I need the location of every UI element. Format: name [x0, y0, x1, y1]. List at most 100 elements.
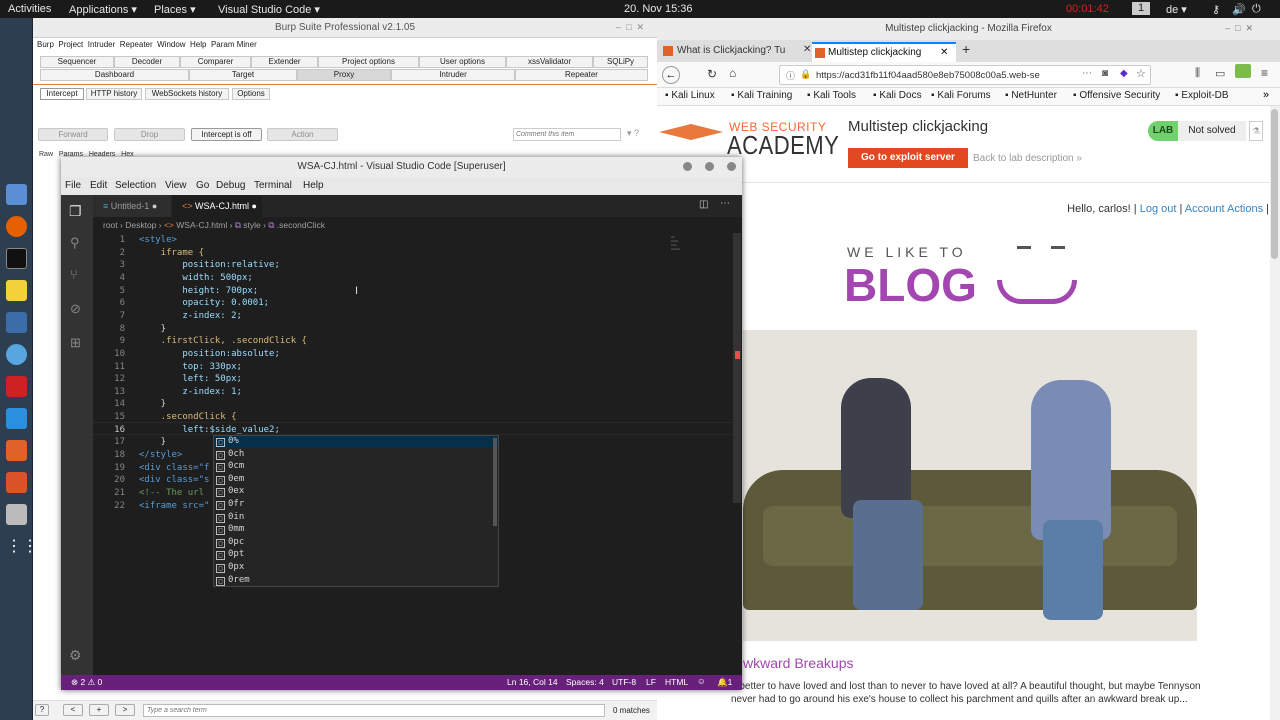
settings-gear-icon[interactable]: ⚙	[69, 647, 82, 664]
close-icon[interactable]	[727, 162, 736, 171]
autocomplete-item[interactable]: □ 0mm	[216, 524, 244, 536]
search-prev-button[interactable]: <	[63, 704, 83, 716]
debug-icon[interactable]: ⊘	[70, 301, 81, 317]
cursor-position[interactable]: Ln 16, Col 14	[507, 677, 558, 687]
bookmark-kali-training[interactable]: ▪ Kali Training	[731, 90, 792, 101]
extensions-icon[interactable]: ⊞	[70, 335, 81, 351]
exploit-server-button[interactable]: Go to exploit server	[848, 148, 968, 168]
autocomplete-item[interactable]: □ 0rem	[216, 575, 250, 587]
autocomplete-item[interactable]: □ 0fr	[216, 499, 244, 511]
scrollbar-thumb[interactable]	[1271, 109, 1278, 259]
library-icon[interactable]: ⫼	[1195, 67, 1200, 80]
bookmark-kali-forums[interactable]: ▪ Kali Forums	[931, 90, 991, 101]
menu-selection[interactable]: Selection	[115, 180, 156, 191]
lock-icon[interactable]: 🔒	[800, 69, 811, 80]
tab-extender[interactable]: Extender	[251, 56, 318, 68]
tab-wsa-cj[interactable]: <> WSA-CJ.html ●	[172, 195, 262, 217]
code-line[interactable]: position:absolute;	[139, 349, 280, 359]
pocket-icon[interactable]: ◙	[1102, 68, 1108, 79]
metasploit-icon[interactable]	[6, 312, 27, 333]
highlight-dropdown[interactable]: ▾ ?	[627, 128, 653, 139]
subtab-options[interactable]: Options	[232, 88, 270, 100]
menu-file[interactable]: File	[65, 180, 81, 191]
clock[interactable]: 20. Nov 15:36	[624, 3, 693, 15]
power-icon[interactable]: ⏻	[1252, 3, 1261, 16]
menu-help[interactable]: Help	[190, 40, 206, 49]
autocomplete-item[interactable]: □ 0pt	[216, 549, 244, 561]
code-line[interactable]: <style>	[139, 235, 177, 245]
autocomplete-item[interactable]: □ 0ex	[216, 486, 244, 498]
burp-window-controls[interactable]: – □ ✕	[616, 22, 644, 33]
split-editor-icon[interactable]: ◫	[699, 199, 708, 210]
minimize-icon[interactable]	[683, 162, 692, 171]
code-line[interactable]: .firstClick, .secondClick {	[139, 336, 307, 346]
menu-icon[interactable]: ≡	[1261, 66, 1268, 80]
menu-window[interactable]: Window	[157, 40, 185, 49]
workspace-indicator[interactable]: 1	[1132, 2, 1150, 15]
back-icon[interactable]: ←	[662, 66, 680, 84]
tab-target[interactable]: Target	[189, 69, 297, 81]
code-line[interactable]: width: 500px;	[139, 273, 252, 283]
code-line[interactable]: .secondClick {	[139, 412, 237, 422]
bookmark-kali-tools[interactable]: ▪ Kali Tools	[807, 90, 856, 101]
breadcrumb-file[interactable]: WSA-CJ.html	[176, 220, 227, 230]
page-actions-icon[interactable]: ⋯	[1082, 68, 1092, 79]
close-tab-icon[interactable]: ✕	[940, 44, 948, 62]
code-line[interactable]: z-index: 1;	[139, 387, 242, 397]
indentation[interactable]: Spaces: 4	[566, 677, 604, 687]
firefox-icon[interactable]	[6, 216, 27, 237]
code-line[interactable]: left: 50px;	[139, 374, 242, 384]
code-line[interactable]: }	[139, 399, 166, 409]
menu-go[interactable]: Go	[196, 180, 209, 191]
tab-intruder[interactable]: Intruder	[391, 69, 515, 81]
trash-icon[interactable]	[6, 504, 27, 525]
code-line[interactable]: position:relative;	[139, 260, 280, 270]
url-bar[interactable]: ⓘ 🔒 https://acd31fb11f04aad580e8eb75008c…	[779, 65, 1151, 85]
menu-param-miner[interactable]: Param Miner	[211, 40, 257, 49]
breadcrumb-selector[interactable]: .secondClick	[277, 220, 325, 230]
menu-help[interactable]: Help	[303, 180, 324, 191]
line-ending[interactable]: LF	[646, 677, 656, 687]
tab-comparer[interactable]: Comparer	[180, 56, 251, 68]
tab-project-options[interactable]: Project options	[318, 56, 419, 68]
url-text[interactable]: https://acd31fb11f04aad580e8eb75008c00a5…	[816, 70, 1060, 81]
app-red-icon[interactable]	[6, 376, 27, 397]
bookmark-offensive-security[interactable]: ▪ Offensive Security	[1073, 90, 1160, 101]
drop-button[interactable]: Drop	[114, 128, 185, 141]
intercept-toggle-button[interactable]: Intercept is off	[191, 128, 262, 141]
tab-raw[interactable]: Raw	[39, 151, 53, 158]
code-line[interactable]: z-index: 2;	[139, 311, 242, 321]
tab-decoder[interactable]: Decoder	[114, 56, 180, 68]
home-icon[interactable]: ⌂	[729, 66, 736, 80]
menu-debug[interactable]: Debug	[216, 180, 245, 191]
keyboard-layout[interactable]: de ▾	[1166, 3, 1187, 16]
places-menu[interactable]: Places ▾	[154, 3, 196, 16]
code-line[interactable]: }	[139, 437, 166, 447]
extension-icon[interactable]: ◆	[1120, 68, 1128, 79]
code-line[interactable]: <!-- The url	[139, 488, 204, 498]
tab-what-is-clickjacking[interactable]: What is Clickjacking? Tu	[661, 42, 811, 60]
autocomplete-item[interactable]: □ 0pc	[216, 537, 244, 549]
menu-terminal[interactable]: Terminal	[254, 180, 292, 191]
subtab-intercept[interactable]: Intercept	[40, 88, 84, 100]
tab-multistep-clickjacking[interactable]: Multistep clickjacking ✕	[812, 42, 956, 62]
bookmark-exploit-db[interactable]: ▪ Exploit-DB	[1175, 90, 1229, 101]
sidebar-icon[interactable]: ▭	[1215, 67, 1225, 80]
menu-burp[interactable]: Burp	[37, 40, 54, 49]
menu-repeater[interactable]: Repeater	[120, 40, 153, 49]
account-actions-link[interactable]: Account Actions	[1185, 203, 1263, 215]
bookmarks-overflow-icon[interactable]: »	[1263, 89, 1269, 101]
action-button[interactable]: Action	[267, 128, 338, 141]
close-tab-icon[interactable]: ✕	[803, 44, 811, 55]
active-app-menu[interactable]: Visual Studio Code ▾	[218, 3, 320, 16]
page-scrollbar[interactable]	[1270, 106, 1280, 720]
eye-icon[interactable]	[6, 344, 27, 365]
tab-sqlipy[interactable]: SQLiPy	[593, 56, 648, 68]
menu-project[interactable]: Project	[58, 40, 83, 49]
tab-user-options[interactable]: User options	[419, 56, 506, 68]
minimap[interactable]: ▬▬ ▬▬▬▬ ▬▬▬ ▬▬▬▬▬	[671, 235, 711, 263]
more-actions-icon[interactable]: ⋯	[720, 198, 730, 209]
tab-xssvalidator[interactable]: xssValidator	[506, 56, 593, 68]
files-icon[interactable]	[6, 184, 27, 205]
breadcrumb-style[interactable]: style	[243, 220, 260, 230]
